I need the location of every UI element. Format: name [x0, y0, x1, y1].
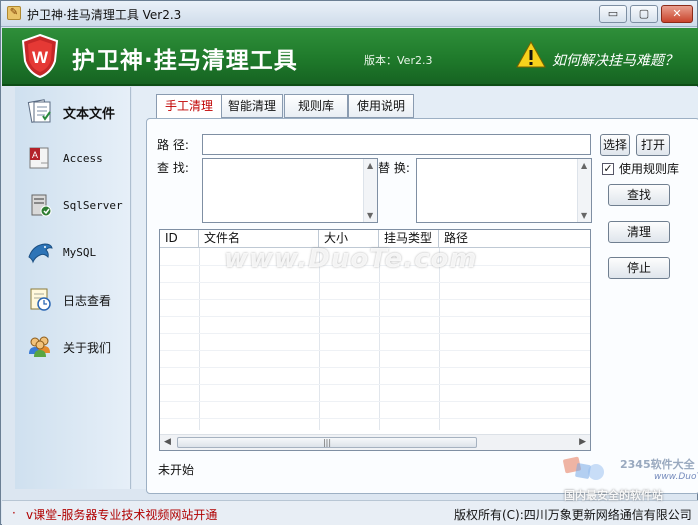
column-divider: [199, 248, 200, 430]
find-textarea[interactable]: ▲ ▼: [202, 158, 378, 223]
results-table[interactable]: ID 文件名 大小 挂马类型 路径 ◀ ||| ▶: [159, 229, 591, 451]
row-divider: [160, 316, 590, 317]
minimize-button[interactable]: ▭: [599, 5, 627, 23]
table-header: ID 文件名 大小 挂马类型 路径: [160, 230, 590, 248]
version-label: 版本：Ver2.3: [364, 54, 433, 67]
sidebar-item-log[interactable]: 日志查看: [15, 280, 131, 320]
text-file-icon: [27, 99, 51, 123]
tab-smart-clean[interactable]: 智能清理: [221, 94, 283, 118]
scroll-right-icon[interactable]: ▶: [579, 437, 586, 447]
row-divider: [160, 282, 590, 283]
sidebar-item-text-file[interactable]: 文本文件: [15, 92, 131, 132]
access-db-icon: A: [29, 147, 49, 169]
header-banner: W 护卫神·挂马清理工具 版本：Ver2.3 如何解决挂马难题？: [2, 28, 698, 86]
scroll-up-icon[interactable]: ▲: [581, 161, 587, 170]
select-button[interactable]: 选择: [600, 134, 630, 156]
sidebar-item-sqlserver[interactable]: SqlServer: [15, 186, 131, 226]
row-divider: [160, 384, 590, 385]
app-title: 护卫神·挂马清理工具: [72, 48, 298, 74]
ad-link[interactable]: v课堂-服务器专业技术视频网站开通: [26, 506, 217, 523]
find-label: 查 找:: [157, 161, 189, 175]
scroll-down-icon[interactable]: ▼: [581, 211, 587, 220]
column-header-id[interactable]: ID: [160, 230, 199, 248]
footer-bar: · v课堂-服务器专业技术视频网站开通 版权所有(C):四川万象更新网络通信有限…: [2, 500, 698, 525]
replace-textarea[interactable]: ▲ ▼: [416, 158, 592, 223]
sidebar-item-label: SqlServer: [63, 199, 123, 212]
app-icon: ✎: [7, 6, 21, 20]
column-divider: [379, 248, 380, 430]
path-label: 路 径:: [157, 138, 189, 152]
close-button[interactable]: ✕: [661, 5, 693, 23]
scrollbar-thumb[interactable]: |||: [177, 437, 477, 448]
tab-instructions[interactable]: 使用说明: [348, 94, 414, 118]
row-divider: [160, 265, 590, 266]
replace-label: 替 换:: [378, 161, 410, 175]
column-header-filename[interactable]: 文件名: [199, 230, 319, 248]
column-header-size[interactable]: 大小: [319, 230, 379, 248]
column-header-type[interactable]: 挂马类型: [379, 230, 439, 248]
status-text: 未开始: [158, 463, 195, 477]
sidebar-item-label: 日志查看: [63, 294, 112, 308]
column-header-path[interactable]: 路径: [439, 230, 590, 248]
sidebar-item-about[interactable]: 关于我们: [15, 327, 131, 367]
ad-bullet-icon: ·: [12, 506, 16, 520]
stop-button[interactable]: 停止: [608, 257, 670, 279]
sidebar-item-label: Access: [63, 152, 103, 165]
scroll-up-icon[interactable]: ▲: [367, 161, 373, 170]
maximize-button[interactable]: ▢: [630, 5, 658, 23]
use-rules-checkbox[interactable]: ✓: [602, 163, 614, 175]
column-divider: [439, 248, 440, 430]
clean-button[interactable]: 清理: [608, 221, 670, 243]
row-divider: [160, 350, 590, 351]
main-content: 手工清理 智能清理 规则库 使用说明 路 径: 选择 打开 查 找: ▲ ▼ 替…: [132, 87, 698, 494]
scroll-down-icon[interactable]: ▼: [367, 211, 373, 220]
log-clock-icon: [30, 288, 51, 311]
sidebar-item-mysql[interactable]: MySQL: [15, 233, 131, 273]
users-icon: [29, 336, 50, 357]
title-bar[interactable]: ✎ 护卫神·挂马清理工具 Ver2.3 ▭ ▢ ✕: [1, 1, 697, 27]
replace-scrollbar[interactable]: ▲ ▼: [577, 159, 591, 222]
sqlserver-icon: [31, 194, 52, 217]
sidebar-item-label: 关于我们: [63, 341, 112, 355]
row-divider: [160, 333, 590, 334]
horizontal-scrollbar[interactable]: ◀ ||| ▶: [160, 434, 590, 450]
find-scrollbar[interactable]: ▲ ▼: [363, 159, 377, 222]
howto-link[interactable]: 如何解决挂马难题？: [552, 50, 678, 70]
row-divider: [160, 299, 590, 300]
tab-rules[interactable]: 规则库: [284, 94, 348, 118]
copyright-text: 版权所有(C):四川万象更新网络通信有限公司: [454, 508, 692, 522]
mysql-dolphin-icon: [28, 243, 53, 264]
open-button[interactable]: 打开: [636, 134, 670, 156]
shield-logo-icon: W: [21, 33, 59, 79]
sidebar-item-access[interactable]: A Access: [15, 139, 131, 179]
find-button[interactable]: 查找: [608, 184, 670, 206]
row-divider: [160, 367, 590, 368]
scroll-left-icon[interactable]: ◀: [164, 437, 171, 447]
row-divider: [160, 418, 590, 419]
app-window: ✎ 护卫神·挂马清理工具 Ver2.3 ▭ ▢ ✕ W 护卫神·挂马清理工具 版…: [0, 0, 698, 525]
sidebar: 文本文件 A Access SqlServer MySQL 日志查看 关于我们: [15, 87, 131, 489]
window-title: 护卫神·挂马清理工具 Ver2.3: [27, 8, 182, 22]
tab-manual-clean[interactable]: 手工清理: [156, 94, 222, 119]
warning-icon: [516, 40, 546, 68]
path-input[interactable]: [202, 134, 591, 155]
sidebar-item-label: 文本文件: [63, 107, 116, 122]
svg-text:W: W: [32, 48, 49, 67]
use-rules-label[interactable]: 使用规则库: [619, 160, 679, 177]
sidebar-item-label: MySQL: [63, 246, 97, 259]
column-divider: [319, 248, 320, 430]
svg-text:A: A: [32, 150, 38, 160]
row-divider: [160, 401, 590, 402]
